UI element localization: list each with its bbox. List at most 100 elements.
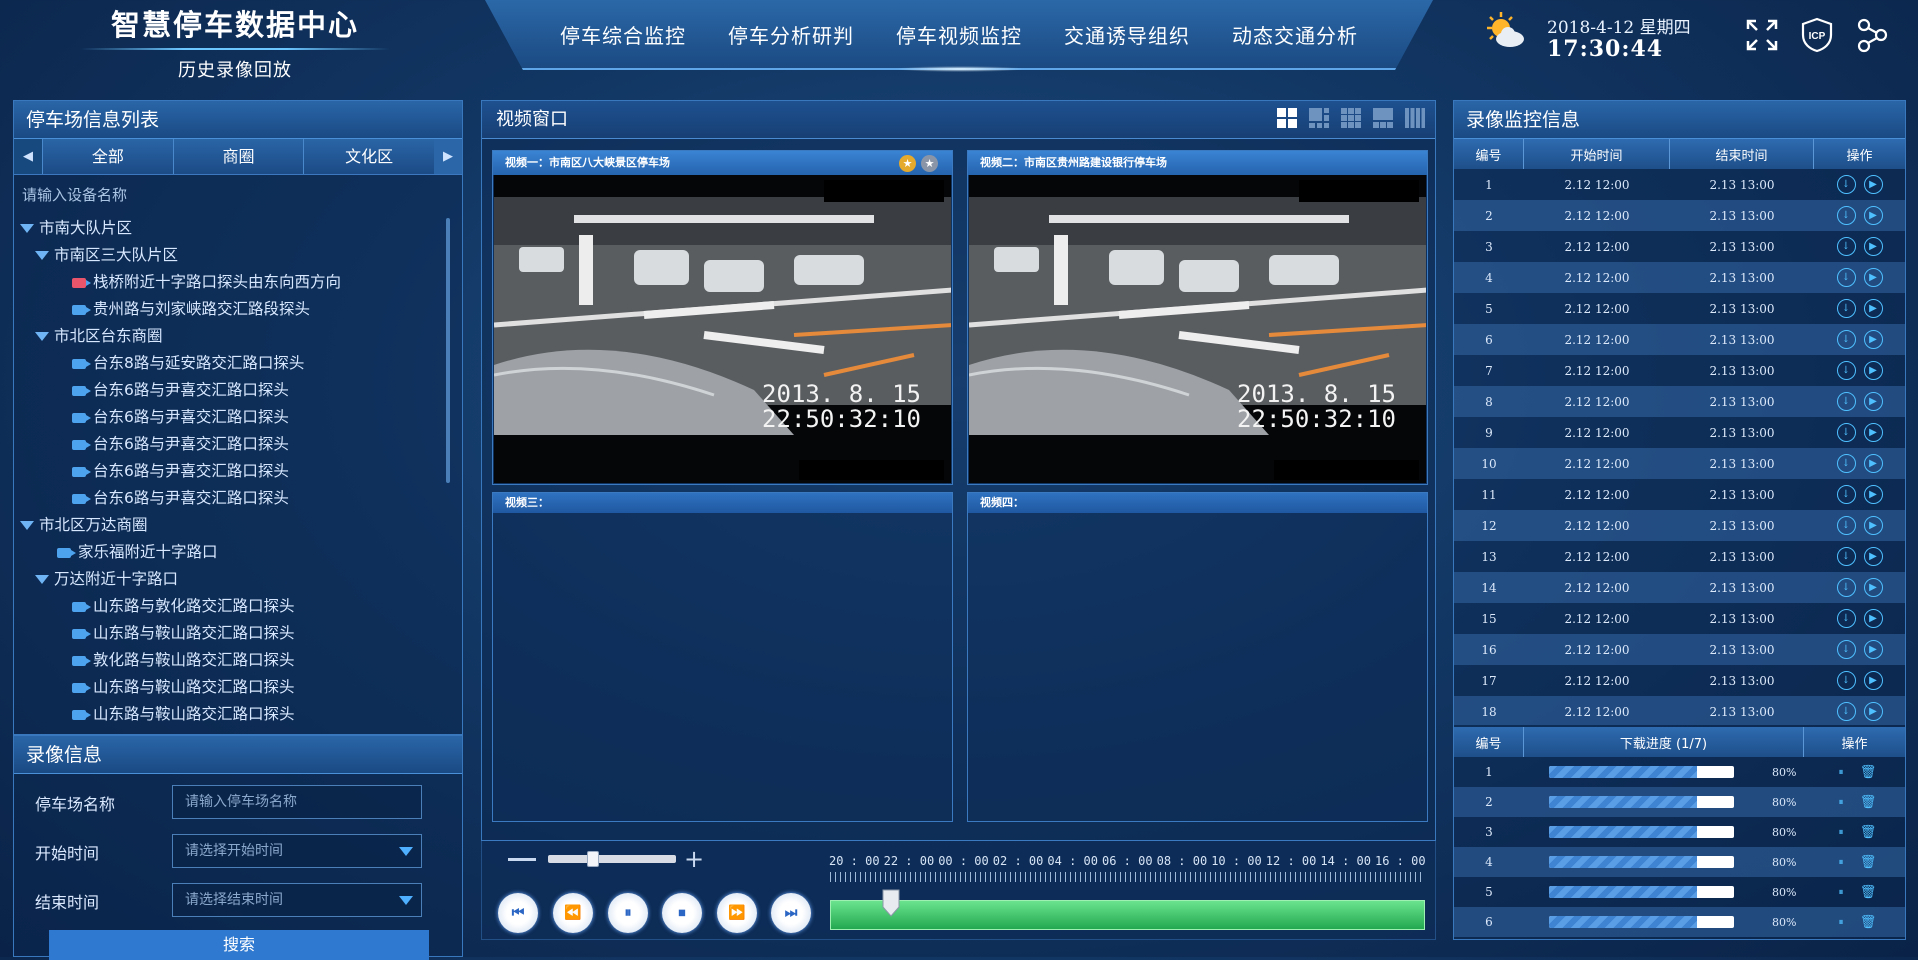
download-icon[interactable]: ↓: [1836, 640, 1856, 659]
trash-icon[interactable]: 🗑: [1859, 883, 1878, 902]
table-row[interactable]: 18 2.12 12:00 2.13 13:00 ↓ ▶: [1454, 696, 1905, 725]
table-row[interactable]: 11 2.12 12:00 2.13 13:00 ↓ ▶: [1454, 479, 1905, 510]
trash-icon[interactable]: 🗑: [1859, 823, 1878, 842]
tree-node[interactable]: 山东路与鞍山路交汇路口探头: [14, 620, 462, 647]
expand-triangle-icon[interactable]: [35, 251, 49, 260]
download-row[interactable]: 6 80% ⏸ 🗑: [1454, 907, 1905, 937]
play-icon[interactable]: ▶: [1863, 392, 1883, 411]
download-row[interactable]: 4 80% ⏸ 🗑: [1454, 847, 1905, 877]
table-row[interactable]: 2 2.12 12:00 2.13 13:00 ↓ ▶: [1454, 200, 1905, 231]
download-icon[interactable]: ↓: [1836, 485, 1856, 504]
nav-item-analysis[interactable]: 停车分析研判: [707, 20, 875, 49]
expand-triangle-icon[interactable]: [35, 575, 49, 584]
play-icon[interactable]: ▶: [1863, 206, 1883, 225]
download-icon[interactable]: ↓: [1836, 609, 1856, 628]
tab-all[interactable]: 全部: [42, 139, 173, 174]
play-icon[interactable]: ▶: [1863, 330, 1883, 349]
tabs-next-arrow-icon[interactable]: ▶: [434, 139, 463, 174]
tree-node[interactable]: 山东路与鞍山路交汇路口探头: [14, 674, 462, 701]
grid-mixed-layout-icon[interactable]: [1308, 107, 1330, 129]
skip-end-button[interactable]: ⏭: [771, 893, 811, 933]
tree-node[interactable]: 山东路与敦化路交汇路口探头: [14, 593, 462, 620]
zoom-slider-thumb[interactable]: [586, 851, 599, 867]
grid-4x4-layout-icon[interactable]: [1404, 107, 1426, 129]
device-search-input[interactable]: 请输入设备名称: [14, 175, 462, 215]
download-row[interactable]: 2 80% ⏸ 🗑: [1454, 787, 1905, 817]
pause-icon[interactable]: ⏸: [1832, 883, 1851, 902]
expand-triangle-icon[interactable]: [20, 224, 34, 233]
download-icon[interactable]: ↓: [1836, 361, 1856, 380]
tree-node[interactable]: 市南大队片区: [14, 215, 462, 242]
download-icon[interactable]: ↓: [1836, 454, 1856, 473]
play-icon[interactable]: ▶: [1863, 516, 1883, 535]
search-button[interactable]: 搜索: [49, 930, 429, 960]
play-icon[interactable]: ▶: [1863, 485, 1883, 504]
pause-button[interactable]: ⏸: [608, 893, 648, 933]
play-icon[interactable]: ▶: [1863, 175, 1883, 194]
video-window-3[interactable]: 视频三：: [492, 492, 953, 822]
zoom-in-icon[interactable]: +: [684, 845, 704, 873]
nav-item-comprehensive[interactable]: 停车综合监控: [539, 20, 707, 49]
download-icon[interactable]: ↓: [1836, 237, 1856, 256]
timeline-track[interactable]: [830, 889, 1425, 930]
tree-node[interactable]: 台东6路与尹喜交汇路口探头: [14, 485, 462, 512]
pause-icon[interactable]: ⏸: [1832, 913, 1851, 932]
tree-node[interactable]: 山东路与鞍山路交汇路口探头: [14, 701, 462, 728]
play-icon[interactable]: ▶: [1863, 237, 1883, 256]
pause-icon[interactable]: ⏸: [1832, 853, 1851, 872]
trash-icon[interactable]: 🗑: [1859, 763, 1878, 782]
favorite-star-icon[interactable]: ★: [899, 155, 916, 172]
trash-icon[interactable]: 🗑: [1859, 853, 1878, 872]
download-icon[interactable]: ↓: [1836, 547, 1856, 566]
parking-name-input[interactable]: 请输入停车场名称: [172, 785, 422, 819]
start-time-select[interactable]: 请选择开始时间: [172, 834, 422, 868]
play-icon[interactable]: ▶: [1863, 578, 1883, 597]
table-row[interactable]: 7 2.12 12:00 2.13 13:00 ↓ ▶: [1454, 355, 1905, 386]
skip-start-button[interactable]: ⏮: [498, 893, 538, 933]
play-icon[interactable]: ▶: [1863, 299, 1883, 318]
stop-button[interactable]: ⏹: [662, 893, 702, 933]
zoom-out-icon[interactable]: [508, 858, 536, 861]
pause-icon[interactable]: ⏸: [1832, 793, 1851, 812]
grid-1x1-layout-icon[interactable]: [1276, 107, 1298, 129]
play-icon[interactable]: ▶: [1863, 454, 1883, 473]
tree-scrollbar[interactable]: [446, 218, 450, 483]
tree-node[interactable]: 家乐福附近十字路口: [14, 539, 462, 566]
fast-forward-button[interactable]: ⏩: [717, 893, 757, 933]
end-time-select[interactable]: 请选择结束时间: [172, 883, 422, 917]
star-outline-icon[interactable]: ★: [921, 155, 938, 172]
table-row[interactable]: 4 2.12 12:00 2.13 13:00 ↓ ▶: [1454, 262, 1905, 293]
tab-business[interactable]: 商圈: [172, 139, 304, 174]
expand-triangle-icon[interactable]: [20, 521, 34, 530]
table-row[interactable]: 5 2.12 12:00 2.13 13:00 ↓ ▶: [1454, 293, 1905, 324]
download-icon[interactable]: ↓: [1836, 175, 1856, 194]
play-icon[interactable]: ▶: [1863, 640, 1883, 659]
tabs-prev-arrow-icon[interactable]: ◀: [14, 139, 42, 174]
pause-icon[interactable]: ⏸: [1832, 823, 1851, 842]
play-icon[interactable]: ▶: [1863, 268, 1883, 287]
nav-item-video[interactable]: 停车视频监控: [875, 20, 1043, 49]
tree-node[interactable]: 敦化路与鞍山路交汇路口探头: [14, 647, 462, 674]
download-icon[interactable]: ↓: [1836, 330, 1856, 349]
tree-node[interactable]: 市北区万达商圈: [14, 512, 462, 539]
video-window-2[interactable]: 视频二：市南区贵州路建设银行停车场 2013. 8. 15 22:50:32:1…: [967, 150, 1428, 485]
tab-culture[interactable]: 文化区: [303, 139, 435, 174]
rewind-button[interactable]: ⏪: [553, 893, 593, 933]
tree-node[interactable]: 市北区台东商圈: [14, 323, 462, 350]
video-window-4[interactable]: 视频四：: [967, 492, 1428, 822]
table-row[interactable]: 16 2.12 12:00 2.13 13:00 ↓ ▶: [1454, 634, 1905, 665]
zoom-slider[interactable]: [548, 851, 676, 867]
video-window-1[interactable]: 视频一：市南区八大峡景区停车场 ★ ★ 2013. 8. 15 22:50:32…: [492, 150, 953, 485]
fullscreen-icon[interactable]: [1742, 15, 1782, 55]
share-network-icon[interactable]: [1852, 15, 1892, 55]
grid-3x3-layout-icon[interactable]: [1340, 107, 1362, 129]
play-icon[interactable]: ▶: [1863, 547, 1883, 566]
pause-icon[interactable]: ⏸: [1832, 763, 1851, 782]
download-icon[interactable]: ↓: [1836, 578, 1856, 597]
download-icon[interactable]: ↓: [1836, 423, 1856, 442]
download-icon[interactable]: ↓: [1836, 268, 1856, 287]
table-row[interactable]: 15 2.12 12:00 2.13 13:00 ↓ ▶: [1454, 603, 1905, 634]
tree-node[interactable]: 市南区三大队片区: [14, 242, 462, 269]
play-icon[interactable]: ▶: [1863, 702, 1883, 721]
tree-node[interactable]: 贵州路与刘家峡路交汇路段探头: [14, 296, 462, 323]
